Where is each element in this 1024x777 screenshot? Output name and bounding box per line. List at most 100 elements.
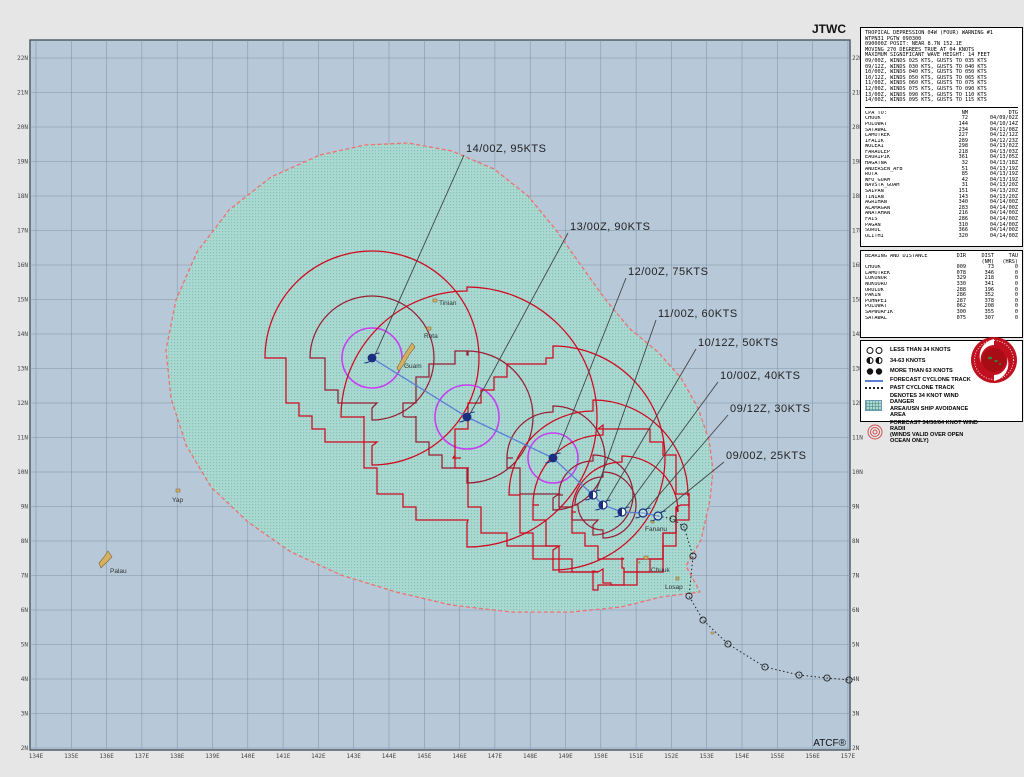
lon-tick: 154E <box>735 753 750 760</box>
lon-tick: 148E <box>523 753 538 760</box>
legend-label-line: AREA/USN SHIP AVOIDANCE AREA <box>890 406 982 419</box>
lat-tick-left: 11N <box>17 435 28 442</box>
lon-tick: 153E <box>699 753 714 760</box>
bearing-table: CHUUK009730LAMOTREK0783460LUKUNOR3292180… <box>865 265 1018 321</box>
lon-tick: 150E <box>594 753 609 760</box>
lat-tick-left: 3N <box>21 711 29 718</box>
lat-tick-left: 9N <box>21 504 29 511</box>
legend-item: FORECAST 34/50/64 KNOT WIND RADII(WINDS … <box>865 420 1018 445</box>
lon-tick: 138E <box>170 753 185 760</box>
lat-tick-left: 8N <box>21 538 29 545</box>
open-circles-icon <box>865 346 887 355</box>
forecast-label: 13/00Z, 90KTS <box>570 221 651 233</box>
lon-tick: 137E <box>135 753 150 760</box>
legend-label-line: (WINDS VALID OVER OPEN OCEAN ONLY) <box>890 432 982 445</box>
lon-tick: 144E <box>382 753 397 760</box>
lat-tick-left: 17N <box>17 228 28 235</box>
jtwc-watermark: JTWC <box>812 22 846 36</box>
lat-tick-right: 4N <box>852 676 860 683</box>
lat-tick-right: 11N <box>852 435 863 442</box>
legend-label: PAST CYCLONE TRACK <box>890 385 955 391</box>
lat-tick-left: 21N <box>17 90 28 97</box>
lat-tick-left: 13N <box>17 366 28 373</box>
lat-tick-right: 5N <box>852 642 860 649</box>
lat-tick-left: 4N <box>21 676 29 683</box>
legend-label-line: 34-63 KNOTS <box>890 358 925 364</box>
lon-tick: 152E <box>664 753 679 760</box>
legend-label: LESS THAN 34 KNOTS <box>890 347 951 353</box>
forecast-label: 10/12Z, 50KTS <box>698 337 779 349</box>
lat-tick-right: 9N <box>852 504 860 511</box>
lon-tick: 146E <box>452 753 467 760</box>
lat-tick-left: 16N <box>17 262 28 269</box>
lat-tick-left: 18N <box>17 193 28 200</box>
lon-tick: 143E <box>346 753 361 760</box>
bearing-distance-panel: BEARING AND DISTANCE DIR DIST TAU (NM) (… <box>860 250 1023 338</box>
danger-area-swatch-icon <box>865 400 887 411</box>
lon-tick: 142E <box>311 753 326 760</box>
lat-tick-right: 10N <box>852 469 863 476</box>
lat-tick-right: 3N <box>852 711 860 718</box>
warning-line: 14/00Z, WINDS 095 KTS, GUSTS TO 115 KTS <box>865 98 1018 104</box>
legend-label: 34-63 KNOTS <box>890 358 925 364</box>
island-shape <box>651 521 654 523</box>
island-shape <box>676 577 679 580</box>
jtwc-warning-graphic: 134E135E136E137E138E139E140E141E142E143E… <box>0 0 1024 777</box>
legend-label-line: FORECAST 34/50/64 KNOT WIND RADII <box>890 420 982 433</box>
island-shape <box>637 562 640 563</box>
lon-tick: 140E <box>241 753 256 760</box>
forecast-label: 10/00Z, 40KTS <box>720 370 801 382</box>
lon-tick: 149E <box>558 753 573 760</box>
legend-label: MORE THAN 63 KNOTS <box>890 368 953 374</box>
lat-tick-left: 15N <box>17 297 28 304</box>
legend-label-line: DENOTES 34 KNOT WIND DANGER <box>890 393 982 406</box>
legend-label-line: FORECAST CYCLONE TRACK <box>890 377 971 383</box>
lat-tick-right: 8N <box>852 538 860 545</box>
legend-item: PAST CYCLONE TRACK <box>865 385 1018 391</box>
lat-tick-left: 5N <box>21 642 29 649</box>
forecast-label: 09/12Z, 30KTS <box>730 403 811 415</box>
legend-item: DENOTES 34 KNOT WIND DANGERAREA/USN SHIP… <box>865 393 1018 418</box>
island-label: Chuuk <box>651 567 671 574</box>
legend-label-line: PAST CYCLONE TRACK <box>890 385 955 391</box>
warning-text-panel: TROPICAL DEPRESSION 04W (FOUR) WARNING #… <box>860 27 1023 247</box>
lat-tick-left: 22N <box>17 55 28 62</box>
lon-tick: 134E <box>29 753 44 760</box>
warning-lines: TROPICAL DEPRESSION 04W (FOUR) WARNING #… <box>865 31 1018 104</box>
lat-tick-left: 6N <box>21 607 29 614</box>
forecast-label: 09/00Z, 25KTS <box>726 450 807 462</box>
forecast-label: 11/00Z, 60KTS <box>658 308 738 320</box>
island-shape <box>644 556 648 559</box>
forecast-track-line-icon <box>865 380 887 382</box>
legend-label-line: LESS THAN 34 KNOTS <box>890 347 951 353</box>
wind-radii-icon <box>865 424 887 440</box>
lon-tick: 136E <box>99 753 114 760</box>
island-shape <box>176 489 180 492</box>
cpa-row: ULITHI32004/14/00Z <box>865 234 1018 240</box>
panel-divider <box>865 107 1018 108</box>
lon-tick: 151E <box>629 753 644 760</box>
lat-tick-left: 10N <box>17 469 28 476</box>
lat-tick-left: 2N <box>21 745 29 752</box>
legend-label: FORECAST 34/50/64 KNOT WIND RADII(WINDS … <box>890 420 982 445</box>
lat-tick-right: 6N <box>852 607 860 614</box>
lon-tick: 147E <box>488 753 503 760</box>
lon-tick: 156E <box>805 753 820 760</box>
island-shape <box>433 299 437 302</box>
legend-label-line: MORE THAN 63 KNOTS <box>890 368 953 374</box>
legend-panel: LESS THAN 34 KNOTS 34-63 KNOTS MORE THAN 6… <box>860 340 1023 422</box>
filled-circles-icon <box>865 367 887 376</box>
island-label: Tinian <box>439 300 457 307</box>
lon-tick: 145E <box>417 753 432 760</box>
island-label: Losap <box>665 584 683 591</box>
legend-label: DENOTES 34 KNOT WIND DANGERAREA/USN SHIP… <box>890 393 982 418</box>
bearing-row: SATAWAL0753070 <box>865 316 1018 322</box>
past-track-dots-icon <box>865 387 887 389</box>
lat-tick-left: 12N <box>17 400 28 407</box>
lon-tick: 157E <box>841 753 856 760</box>
lat-tick-left: 20N <box>17 124 28 131</box>
lat-tick-right: 2N <box>852 745 860 752</box>
lat-tick-left: 19N <box>17 159 28 166</box>
lon-tick: 135E <box>64 753 79 760</box>
jtwc-seal-icon <box>969 335 1019 385</box>
